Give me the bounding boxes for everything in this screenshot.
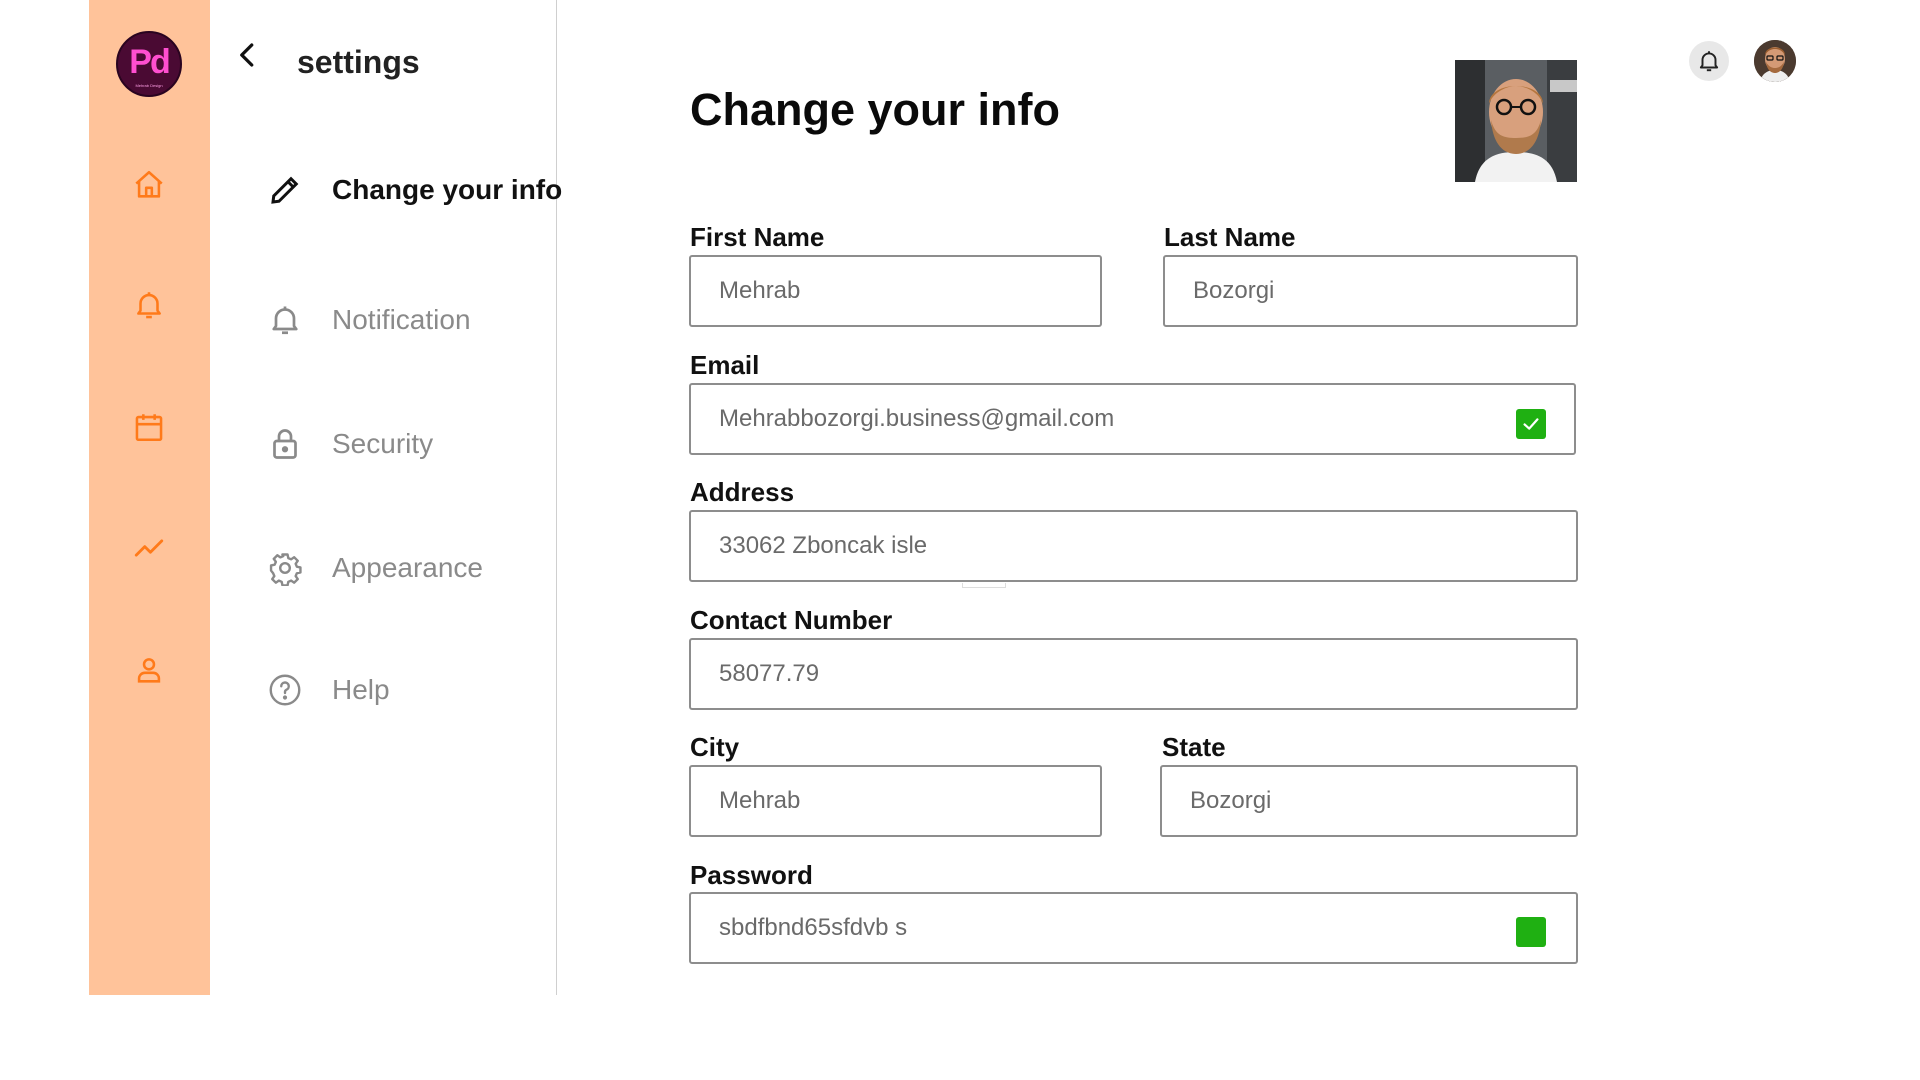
icon-rail: Pd Mehrab Design <box>89 0 210 995</box>
help-icon <box>265 670 305 710</box>
rail-calendar-button[interactable] <box>129 407 169 447</box>
password-input[interactable] <box>691 894 1427 962</box>
menu-item-notification[interactable]: Notification <box>265 298 471 342</box>
resize-notch <box>962 583 1006 588</box>
last-name-label: Last Name <box>1164 222 1296 252</box>
settings-menu: settings Change your info Notification S… <box>210 0 562 995</box>
bell-icon <box>1699 51 1719 72</box>
logo-text: Pd <box>129 43 170 81</box>
page-title: Change your info <box>690 84 1060 135</box>
rail-analytics-button[interactable] <box>129 528 169 568</box>
contact-number-label: Contact Number <box>690 605 893 635</box>
menu-item-change-info[interactable]: Change your info <box>265 168 562 212</box>
city-field[interactable] <box>689 765 1102 837</box>
profile-photo-image <box>1455 60 1577 182</box>
first-name-field[interactable] <box>689 255 1102 327</box>
chevron-left-icon <box>240 43 254 67</box>
email-field[interactable] <box>689 383 1576 455</box>
menu-item-label: Help <box>332 674 390 705</box>
logo-tagline: Mehrab Design <box>135 83 163 88</box>
back-button[interactable] <box>233 40 263 70</box>
header-notifications-button[interactable] <box>1689 41 1729 81</box>
bell-icon <box>137 292 161 319</box>
address-input[interactable] <box>691 512 1427 580</box>
city-input[interactable] <box>691 767 1047 835</box>
email-input[interactable] <box>691 385 1426 453</box>
first-name-input[interactable] <box>691 257 1047 325</box>
rail-notifications-button[interactable] <box>129 285 169 325</box>
bell-icon <box>265 300 305 340</box>
trend-chart-icon <box>134 539 164 557</box>
menu-item-appearance[interactable]: Appearance <box>265 546 483 590</box>
rail-home-button[interactable] <box>129 165 169 205</box>
check-icon <box>1523 418 1539 430</box>
settings-title: settings <box>297 44 420 80</box>
state-input[interactable] <box>1162 767 1522 835</box>
menu-item-label: Notification <box>332 304 471 335</box>
password-label: Password <box>690 860 813 890</box>
avatar-image <box>1754 40 1796 82</box>
password-status-indicator <box>1516 917 1546 947</box>
city-label: City <box>690 732 740 762</box>
contact-number-field[interactable] <box>689 638 1578 710</box>
app-logo[interactable]: Pd Mehrab Design <box>116 31 182 97</box>
address-field[interactable] <box>689 510 1578 582</box>
pencil-icon <box>265 170 305 210</box>
state-field[interactable] <box>1160 765 1578 837</box>
menu-item-label: Appearance <box>332 552 484 583</box>
address-label: Address <box>690 477 795 507</box>
state-label: State <box>1162 732 1226 762</box>
user-avatar[interactable] <box>1754 40 1796 82</box>
rail-profile-button[interactable] <box>129 650 169 690</box>
menu-item-help[interactable]: Help <box>265 668 390 712</box>
menu-item-label: Change your info <box>332 174 563 205</box>
menu-item-security[interactable]: Security <box>265 422 433 466</box>
profile-photo[interactable] <box>1455 60 1577 182</box>
gear-icon <box>265 548 305 588</box>
password-field[interactable] <box>689 892 1578 964</box>
home-icon <box>135 170 163 198</box>
lock-icon <box>265 424 305 464</box>
contact-number-input[interactable] <box>691 640 1427 708</box>
first-name-label: First Name <box>690 222 825 252</box>
calendar-icon <box>135 414 163 442</box>
menu-item-label: Security <box>332 428 434 459</box>
last-name-field[interactable] <box>1163 255 1578 327</box>
user-icon <box>137 658 161 683</box>
email-label: Email <box>690 350 760 380</box>
last-name-input[interactable] <box>1165 257 1522 325</box>
email-verified-badge <box>1516 409 1546 439</box>
